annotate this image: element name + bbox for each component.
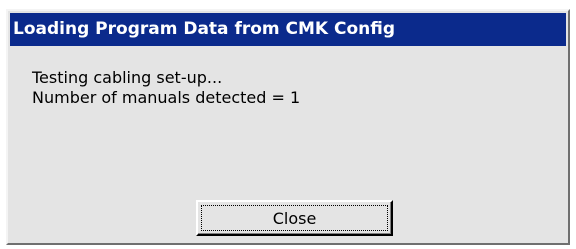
- status-messages: Testing cabling set-up... Number of manu…: [32, 68, 300, 108]
- status-line-cabling: Testing cabling set-up...: [32, 68, 223, 87]
- loading-dialog: Loading Program Data from CMK Config Tes…: [6, 9, 570, 245]
- dialog-title: Loading Program Data from CMK Config: [10, 13, 566, 46]
- status-line-manuals: Number of manuals detected = 1: [32, 88, 301, 107]
- close-button-label: Close: [201, 205, 388, 231]
- close-button[interactable]: Close: [196, 200, 393, 236]
